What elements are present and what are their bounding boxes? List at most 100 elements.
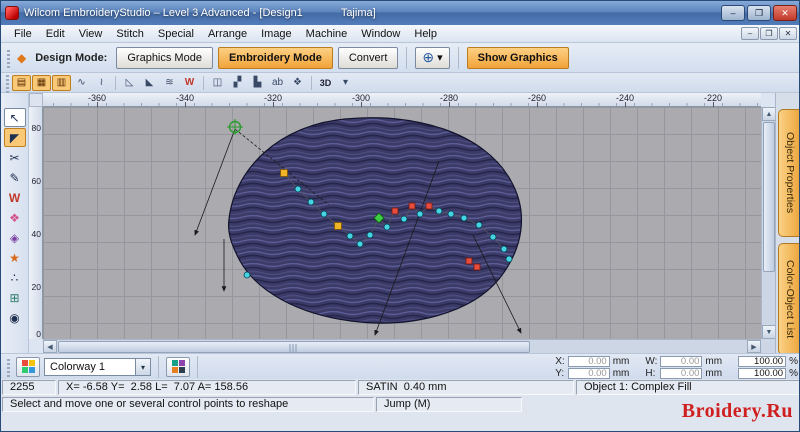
scissors-tool-icon[interactable]: ✂ [4, 148, 26, 167]
colorway-select[interactable]: Colorway 1 ▾ [44, 357, 151, 376]
docked-panel-strip: Object Properties Color-Object List [775, 93, 799, 355]
scroll-up-button[interactable]: ▲ [762, 107, 776, 121]
minimize-button[interactable]: – [721, 5, 745, 21]
embroidery-object[interactable] [227, 117, 523, 324]
toolbar-grip[interactable] [7, 356, 10, 377]
toolbar-separator [203, 75, 204, 90]
w-label: W: [645, 356, 658, 367]
y-field[interactable]: 0.00 [567, 368, 610, 379]
grid-tool-icon[interactable]: ⊞ [4, 288, 26, 307]
design-canvas[interactable] [43, 107, 761, 339]
menu-image[interactable]: Image [254, 27, 299, 41]
fill-pattern-icon[interactable]: ▞ [228, 75, 247, 91]
scale-h-field[interactable]: 100.00 [738, 368, 787, 379]
chevron-down-icon[interactable]: ▾ [136, 357, 151, 376]
menu-machine[interactable]: Machine [299, 27, 355, 41]
scroll-down-button[interactable]: ▼ [762, 325, 776, 339]
applique-icon[interactable]: ❖ [288, 75, 307, 91]
toolbar-grip[interactable] [6, 72, 9, 93]
window-title-suffix: Tajima] [340, 7, 376, 19]
scroll-grip [289, 344, 299, 352]
shape-tool-icon[interactable]: ◈ [4, 228, 26, 247]
graphics-mode-button[interactable]: Graphics Mode [116, 46, 213, 69]
menu-file[interactable]: File [7, 27, 39, 41]
stitch-tatami-icon[interactable]: ▦ [32, 74, 51, 91]
nodes-tool-icon[interactable]: ∴ [4, 268, 26, 287]
input-a-icon[interactable]: ◺ [120, 75, 139, 91]
tab-object-properties[interactable]: Object Properties [778, 109, 799, 237]
status-hint: Select and move one or several control p… [2, 397, 374, 412]
stitch-satin-icon[interactable]: ▥ [52, 74, 71, 91]
close-button[interactable]: ✕ [773, 5, 797, 21]
prompt-bar: Select and move one or several control p… [1, 396, 799, 431]
menu-stitch[interactable]: Stitch [109, 27, 151, 41]
tab-color-object-list[interactable]: Color-Object List [778, 243, 799, 355]
ruler-tick: 80 [31, 123, 41, 133]
pen-tool-icon[interactable]: ✎ [4, 168, 26, 187]
menu-view[interactable]: View [72, 27, 110, 41]
ruler-tick: -300 [347, 93, 375, 107]
scale-h-unit: % [789, 368, 798, 379]
toolbar-separator [197, 355, 198, 378]
ruler-tick: -340 [171, 93, 199, 107]
scale-w-unit: % [789, 356, 798, 367]
w-field[interactable]: 0.00 [660, 356, 703, 367]
ruler-tick: -320 [259, 93, 287, 107]
embroidery-mode-button[interactable]: Embroidery Mode [217, 46, 333, 69]
entry-anchor[interactable] [227, 119, 243, 135]
star-tool-icon[interactable]: ★ [4, 248, 26, 267]
zoom-tool-icon[interactable]: ◉ [4, 308, 26, 327]
menu-help[interactable]: Help [407, 27, 444, 41]
x-field[interactable]: 0.00 [567, 356, 610, 367]
maximize-button[interactable]: ❐ [747, 5, 771, 21]
ruler-tick: 60 [31, 176, 41, 186]
stitch-toolbar: ▤ ▦ ▥ ∿ ≀ ◺ ◣ ≋ W ◫ ▞ ▙ ab ❖ 3D ▾ [1, 72, 799, 93]
vertical-scrollbar[interactable]: ▲ ▼ [761, 107, 776, 339]
w-unit: mm [705, 356, 723, 367]
graph-icon[interactable]: ▙ [248, 75, 267, 91]
menu-bar: File Edit View Stitch Special Arrange Im… [1, 25, 799, 43]
stitch-run-icon[interactable]: ▤ [12, 74, 31, 91]
title-bar[interactable]: Wilcom EmbroideryStudio – Level 3 Advanc… [1, 1, 799, 25]
h-field[interactable]: 0.00 [660, 368, 703, 379]
column-icon[interactable]: ◫ [208, 75, 227, 91]
reshape-tool[interactable]: ◤ [3, 128, 26, 147]
fill-tool-icon[interactable]: ❖ [4, 208, 26, 227]
menu-edit[interactable]: Edit [39, 27, 72, 41]
mdi-close-button[interactable]: ✕ [779, 27, 797, 40]
stitch-motif-icon[interactable]: ≀ [92, 75, 111, 91]
menu-arrange[interactable]: Arrange [201, 27, 254, 41]
scale-w-field[interactable]: 100.00 [738, 356, 787, 367]
menu-window[interactable]: Window [354, 27, 407, 41]
menu-special[interactable]: Special [151, 27, 201, 41]
horizontal-scrollbar[interactable]: ◀ ▶ [43, 339, 761, 353]
stitch-zigzag-icon[interactable]: ∿ [72, 75, 91, 91]
ruler-tick: -280 [435, 93, 463, 107]
stitch-count: 2255 [2, 380, 56, 395]
horizontal-scroll-thumb[interactable] [58, 341, 530, 353]
scroll-left-button[interactable]: ◀ [43, 340, 57, 353]
lettering-tool-icon[interactable]: W [4, 188, 26, 207]
more-tools-icon[interactable]: ▾ [336, 75, 355, 91]
color-wheel-icon[interactable] [166, 356, 190, 377]
input-wave-icon[interactable]: ≋ [160, 75, 179, 91]
toolbar-grip[interactable] [7, 47, 10, 68]
mdi-minimize-button[interactable]: – [741, 27, 759, 40]
scroll-right-button[interactable]: ▶ [747, 340, 761, 353]
vertical-scroll-thumb[interactable] [763, 122, 775, 272]
colorway-toolbar: Colorway 1 ▾ X: 0.00 mm W: 0.00 mm 100.0… [1, 353, 799, 379]
globe-icon: ⊕ [422, 49, 435, 65]
lettering-icon[interactable]: W [180, 75, 199, 91]
view-3d-icon[interactable]: 3D [316, 75, 335, 91]
show-graphics-button[interactable]: Show Graphics [466, 46, 569, 69]
x-unit: mm [612, 356, 630, 367]
letters-icon[interactable]: ab [268, 75, 287, 91]
palette-icon[interactable] [16, 356, 40, 377]
ruler-tick: -360 [83, 93, 111, 107]
mdi-restore-button[interactable]: ❐ [760, 27, 778, 40]
input-b-icon[interactable]: ◣ [140, 75, 159, 91]
select-tool[interactable]: ↖ [3, 108, 26, 127]
hoop-globe-button[interactable]: ⊕ ▾ [415, 46, 450, 69]
convert-button[interactable]: Convert [337, 46, 399, 69]
colorway-value[interactable]: Colorway 1 [44, 357, 136, 376]
